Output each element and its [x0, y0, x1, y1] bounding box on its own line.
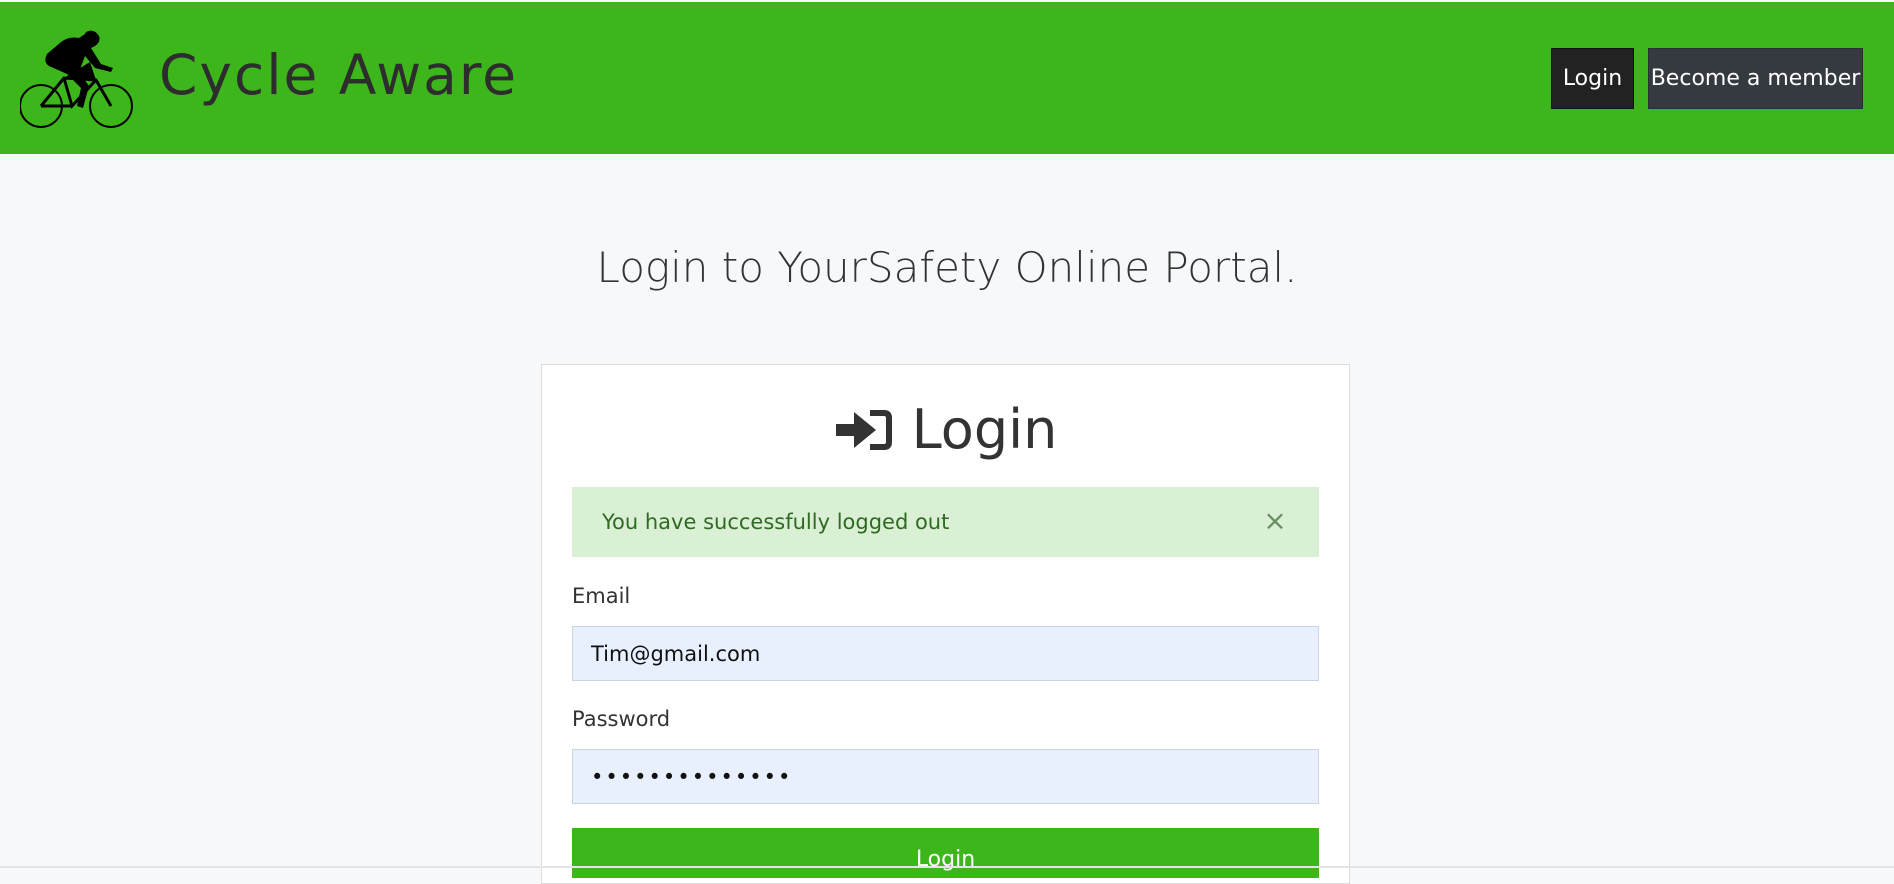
card-title: Login — [542, 395, 1351, 465]
nav-login-button[interactable]: Login — [1551, 48, 1634, 109]
login-card: Login You have successfully logged out ×… — [541, 364, 1350, 884]
card-title-label: Login — [911, 398, 1058, 461]
top-navbar: Cycle Aware Login Become a member — [0, 2, 1894, 154]
page-title: Login to YourSafety Online Portal. — [596, 243, 1298, 292]
brand-title[interactable]: Cycle Aware — [159, 40, 518, 110]
sign-in-icon — [835, 410, 892, 450]
logout-success-alert: You have successfully logged out × — [572, 487, 1319, 557]
alert-message: You have successfully logged out — [602, 510, 950, 534]
cyclist-icon[interactable] — [20, 26, 138, 130]
close-icon[interactable]: × — [1261, 507, 1289, 535]
login-submit-button[interactable]: Login — [572, 828, 1319, 878]
email-field[interactable] — [572, 626, 1319, 681]
email-label: Email — [572, 584, 631, 608]
password-field[interactable] — [572, 749, 1319, 804]
become-member-button[interactable]: Become a member — [1648, 48, 1863, 109]
password-label: Password — [572, 707, 671, 731]
